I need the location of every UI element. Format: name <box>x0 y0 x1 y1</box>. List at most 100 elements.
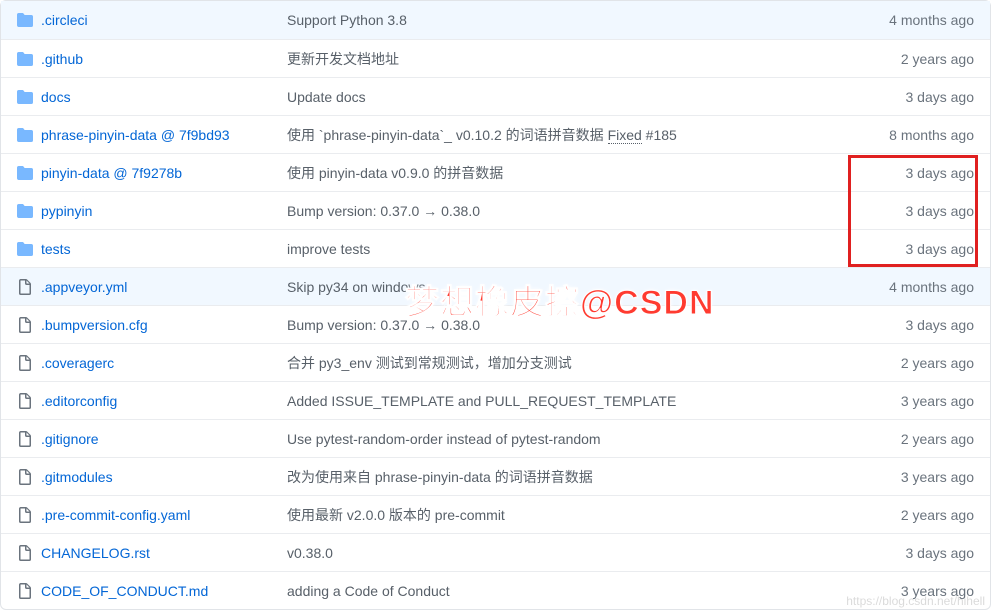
file-icon-cell <box>17 317 37 333</box>
file-row: .gitignore Use pytest-random-order instea… <box>1 419 990 457</box>
file-name-cell: .appveyor.yml <box>37 279 287 295</box>
file-link[interactable]: .github <box>41 51 83 67</box>
commit-message[interactable]: 合并 py3_env 测试到常规测试，增加分支测试 <box>287 353 901 373</box>
file-link[interactable]: .circleci <box>41 12 88 28</box>
file-link[interactable]: .gitmodules <box>41 469 113 485</box>
folder-icon-cell <box>17 51 37 67</box>
file-link[interactable]: CHANGELOG.rst <box>41 545 150 561</box>
commit-time: 3 days ago <box>906 545 975 561</box>
file-row: pinyin-data @ 7f9278b 使用 pinyin-data v0.9… <box>1 153 990 191</box>
folder-icon <box>17 12 33 28</box>
commit-time: 2 years ago <box>901 431 974 447</box>
file-icon <box>17 431 33 447</box>
file-name-cell: .circleci <box>37 12 287 28</box>
file-row: .gitmodules 改为使用来自 phrase-pinyin-data 的词语… <box>1 457 990 495</box>
file-name-cell: .coveragerc <box>37 355 287 371</box>
file-icon <box>17 317 33 333</box>
file-link[interactable]: pypinyin <box>41 203 92 219</box>
file-list: .circleciSupport Python 3.84 months ago.… <box>0 0 991 610</box>
file-icon <box>17 279 33 295</box>
file-link[interactable]: tests <box>41 241 71 257</box>
folder-icon <box>17 127 33 143</box>
commit-time: 3 years ago <box>901 583 974 599</box>
commit-message[interactable]: Use pytest-random-order instead of pytes… <box>287 431 901 447</box>
commit-time: 2 years ago <box>901 507 974 523</box>
folder-icon <box>17 51 33 67</box>
file-row: tests improve tests3 days ago <box>1 229 990 267</box>
file-row: pypinyin Bump version: 0.37.0 → 0.38.03 d… <box>1 191 990 229</box>
commit-time: 3 years ago <box>901 393 974 409</box>
file-link[interactable]: CODE_OF_CONDUCT.md <box>41 583 208 599</box>
commit-message[interactable]: Bump version: 0.37.0 → 0.38.0 <box>287 317 906 333</box>
file-name-cell: .pre-commit-config.yaml <box>37 507 287 523</box>
file-row: .appveyor.ymlSkip py34 on windows4 month… <box>1 267 990 305</box>
folder-icon-cell <box>17 12 37 28</box>
file-row: .github 更新开发文档地址2 years ago <box>1 39 990 77</box>
file-icon-cell <box>17 469 37 485</box>
commit-time: 3 days ago <box>906 241 975 257</box>
folder-icon-cell <box>17 127 37 143</box>
file-icon-cell <box>17 355 37 371</box>
file-link[interactable]: .editorconfig <box>41 393 117 409</box>
file-icon <box>17 469 33 485</box>
file-icon <box>17 355 33 371</box>
file-row: CHANGELOG.rst v0.38.03 days ago <box>1 533 990 571</box>
commit-time: 3 days ago <box>906 89 975 105</box>
file-name-cell: CODE_OF_CONDUCT.md <box>37 583 287 599</box>
file-row: docs Update docs3 days ago <box>1 77 990 115</box>
file-link[interactable]: .appveyor.yml <box>41 279 127 295</box>
file-name-cell: .github <box>37 51 287 67</box>
file-link[interactable]: .pre-commit-config.yaml <box>41 507 190 523</box>
file-icon-cell <box>17 279 37 295</box>
folder-icon <box>17 241 33 257</box>
folder-icon-cell <box>17 241 37 257</box>
commit-message[interactable]: 使用 `phrase-pinyin-data`_ v0.10.2 的词语拼音数据… <box>287 125 889 145</box>
folder-icon <box>17 165 33 181</box>
commit-time: 2 years ago <box>901 51 974 67</box>
file-link[interactable]: .bumpversion.cfg <box>41 317 148 333</box>
file-link[interactable]: .coveragerc <box>41 355 114 371</box>
commit-message[interactable]: 使用最新 v2.0.0 版本的 pre-commit <box>287 505 901 525</box>
file-row: .circleciSupport Python 3.84 months ago <box>1 1 990 39</box>
file-name-cell: tests <box>37 241 287 257</box>
commit-message[interactable]: Skip py34 on windows <box>287 279 889 295</box>
commit-message[interactable]: Added ISSUE_TEMPLATE and PULL_REQUEST_TE… <box>287 393 901 409</box>
commit-time: 3 days ago <box>906 203 975 219</box>
commit-message[interactable]: Bump version: 0.37.0 → 0.38.0 <box>287 203 906 219</box>
commit-message[interactable]: 更新开发文档地址 <box>287 49 901 69</box>
file-row: phrase-pinyin-data @ 7f9bd93 使用 `phrase-p… <box>1 115 990 153</box>
file-icon-cell <box>17 545 37 561</box>
commit-message[interactable]: Support Python 3.8 <box>287 12 889 28</box>
file-name-cell: .gitignore <box>37 431 287 447</box>
folder-icon-cell <box>17 89 37 105</box>
commit-message[interactable]: 使用 pinyin-data v0.9.0 的拼音数据 <box>287 163 906 183</box>
file-icon <box>17 393 33 409</box>
file-name-cell: .editorconfig <box>37 393 287 409</box>
commit-message[interactable]: 改为使用来自 phrase-pinyin-data 的词语拼音数据 <box>287 467 901 487</box>
file-link[interactable]: docs <box>41 89 71 105</box>
folder-icon <box>17 203 33 219</box>
commit-message[interactable]: adding a Code of Conduct <box>287 583 901 599</box>
file-link[interactable]: pinyin-data @ 7f9278b <box>41 165 182 181</box>
file-name-cell: docs <box>37 89 287 105</box>
file-row: .bumpversion.cfg Bump version: 0.37.0 → 0… <box>1 305 990 343</box>
file-icon-cell <box>17 583 37 599</box>
commit-message[interactable]: improve tests <box>287 241 906 257</box>
file-icon <box>17 583 33 599</box>
commit-time: 2 years ago <box>901 355 974 371</box>
file-icon-cell <box>17 507 37 523</box>
commit-time: 8 months ago <box>889 127 974 143</box>
file-row: .pre-commit-config.yaml 使用最新 v2.0.0 版本的 p… <box>1 495 990 533</box>
file-icon-cell <box>17 431 37 447</box>
file-name-cell: pypinyin <box>37 203 287 219</box>
file-row: CODE_OF_CONDUCT.md adding a Code of Condu… <box>1 571 990 609</box>
commit-message[interactable]: Update docs <box>287 89 906 105</box>
file-row: .editorconfig Added ISSUE_TEMPLATE and PU… <box>1 381 990 419</box>
file-link[interactable]: .gitignore <box>41 431 99 447</box>
file-row: .coveragerc 合并 py3_env 测试到常规测试，增加分支测试2 ye… <box>1 343 990 381</box>
commit-time: 3 days ago <box>906 165 975 181</box>
file-icon <box>17 545 33 561</box>
folder-icon <box>17 89 33 105</box>
file-link[interactable]: phrase-pinyin-data @ 7f9bd93 <box>41 127 230 143</box>
commit-message[interactable]: v0.38.0 <box>287 545 906 561</box>
